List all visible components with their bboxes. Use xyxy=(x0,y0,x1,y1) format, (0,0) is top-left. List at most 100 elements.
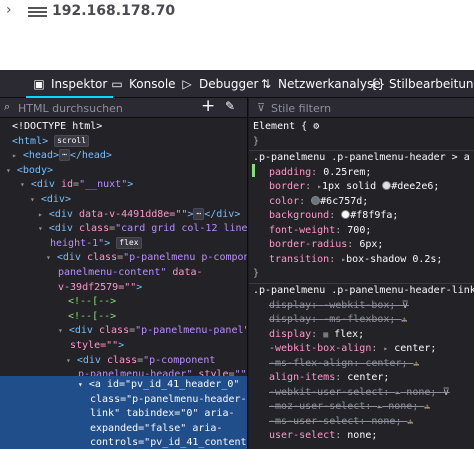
css-prop[interactable]: -webkit-box-align: ▸ center; xyxy=(269,342,436,357)
selector-text: .p-panelmenu .p-panelmenu-header-link xyxy=(253,285,474,296)
css-prop[interactable]: padding: 0.25rem; xyxy=(269,166,371,181)
filter-icon[interactable]: ⊽ xyxy=(401,300,408,311)
prop-name: border xyxy=(269,181,306,192)
tree-node[interactable]: ▾ <div class="card grid col-12 line- xyxy=(38,222,247,237)
expand-arrow-icon[interactable]: ▸ xyxy=(377,402,382,411)
collapse-arrow-icon[interactable]: ▾ xyxy=(30,195,35,204)
collapse-arrow-icon[interactable]: ▾ xyxy=(6,166,11,175)
css-prop[interactable]: display: -ms-flexbox; ⚠ xyxy=(269,313,407,328)
prop-name: -moz-user-select xyxy=(269,401,366,412)
tab-network[interactable]: ⇅ Netzwerkanalyse xyxy=(259,70,381,98)
eyedropper-icon[interactable]: ✎ xyxy=(225,99,235,113)
comment-node[interactable]: <!--[--> xyxy=(68,310,116,325)
prop-name: padding xyxy=(269,166,312,178)
css-prop[interactable]: display: ▦ flex; xyxy=(269,328,364,343)
prop-value: #f8f9fa; xyxy=(350,210,399,221)
css-prop[interactable]: align-items: center; xyxy=(269,371,389,386)
css-prop[interactable]: -ms-user-select: none; ⚠ xyxy=(269,415,413,430)
prop-value: -webkit-box; xyxy=(323,299,396,311)
tree-node[interactable]: ▾ <body> xyxy=(6,164,53,179)
prop-name: user-select xyxy=(269,430,336,441)
filter-icon[interactable]: ⊽ xyxy=(442,387,449,398)
collapse-arrow-icon[interactable]: ▾ xyxy=(20,180,25,189)
prop-name: display xyxy=(269,314,312,325)
prop-value: box-shadow 0.2s; xyxy=(346,253,443,265)
prop-value: 1px solid xyxy=(322,181,377,192)
tree-node[interactable]: ▸ <div data-v-4491dd8e=""> ⋯ </div> xyxy=(38,207,240,223)
css-prop[interactable]: -moz-user-select: ▸ none; ⚠ xyxy=(269,400,430,415)
html-search-bar: ⌕ HTML durchsuchen + ✎ xyxy=(0,98,247,118)
prop-value: #dee2e6; xyxy=(391,181,440,192)
css-prop[interactable]: -ms-flex-align: center; ⚠ xyxy=(269,357,419,372)
styles-filter-input[interactable]: Stile filtern xyxy=(271,102,331,115)
prop-name: -webkit-user-select xyxy=(269,386,384,398)
attr-text: style="" xyxy=(70,340,119,351)
flex-badge[interactable]: flex xyxy=(116,236,142,249)
collapse-arrow-icon[interactable]: ▾ xyxy=(38,224,43,233)
tree-node[interactable]: <!DOCTYPE html> xyxy=(12,120,102,135)
collapsed-badge[interactable]: ⋯ xyxy=(58,149,70,162)
selector-text: .p-panelmenu .p-panelmenu-header > a xyxy=(253,152,470,163)
css-prop[interactable]: background: #f8f9fa; xyxy=(269,209,398,224)
prop-name: -ms-flex-align xyxy=(269,357,354,369)
expand-arrow-icon[interactable]: ▸ xyxy=(395,388,400,397)
collapse-arrow-icon[interactable]: ▾ xyxy=(46,253,51,262)
css-prop[interactable]: user-select: none; xyxy=(269,429,377,444)
url-text[interactable]: 192.168.178.70 xyxy=(52,3,175,19)
chevron-right-icon[interactable]: › xyxy=(6,2,12,18)
prop-name: font-weight xyxy=(269,224,336,236)
prop-value: #6c757d; xyxy=(320,195,369,207)
debugger-icon: ▷ xyxy=(182,77,192,91)
css-prop[interactable]: -webkit-user-select: ▸ none; ⊽ xyxy=(269,386,450,401)
css-prop[interactable]: transition: ▸box-shadow 0.2s; xyxy=(269,253,442,268)
warning-icon[interactable]: ⚠ xyxy=(401,315,406,325)
expand-arrow-icon[interactable]: ▸ xyxy=(12,151,17,160)
comment-text: <!--[--> xyxy=(68,296,117,308)
tree-node-cont: style=""> xyxy=(70,340,125,351)
tab-inspector[interactable]: ▣ Inspektor xyxy=(25,70,114,98)
collapsed-badge[interactable]: ⋯ xyxy=(193,207,205,220)
tree-node[interactable]: ▾ <div class="p-panelmenu-panel" xyxy=(58,324,247,339)
scroll-badge[interactable]: scroll xyxy=(54,134,90,147)
tab-console[interactable]: ▭ Konsole xyxy=(110,70,175,98)
tree-node[interactable]: <html> scroll xyxy=(12,134,90,150)
comment-node[interactable]: <!--[--> xyxy=(68,295,116,310)
tree-node[interactable]: ▾ <div> xyxy=(30,193,71,208)
tree-node[interactable]: ▾ <a id="pv_id_41_header_0" xyxy=(78,378,239,393)
warning-icon[interactable]: ⚠ xyxy=(408,417,413,427)
attr-value: "__nuxt" xyxy=(79,179,128,191)
expand-arrow-icon[interactable]: ▸ xyxy=(38,210,43,219)
expand-arrow-icon[interactable]: ▸ xyxy=(383,344,388,353)
color-swatch[interactable] xyxy=(311,195,321,205)
css-prop[interactable]: border: ▸1px solid #dee2e6; xyxy=(269,180,439,195)
warning-icon[interactable]: ⚠ xyxy=(414,359,419,369)
collapse-arrow-icon[interactable]: ▾ xyxy=(58,326,63,335)
search-icon: ⌕ xyxy=(4,100,11,113)
tab-debugger[interactable]: ▷ Debugger xyxy=(180,70,258,98)
warning-icon[interactable]: ⚠ xyxy=(424,402,429,412)
css-prop[interactable]: font-weight: 700; xyxy=(269,224,371,239)
tag-text: <html> xyxy=(12,135,49,147)
tree-node[interactable]: ▾ <div class="p-panelmenu p-compone xyxy=(46,251,247,266)
add-node-icon[interactable]: + xyxy=(201,98,215,116)
selected-node[interactable]: ▾ <a id="pv_id_41_header_0" class="p-pan… xyxy=(0,376,247,449)
tree-node[interactable]: ▾ <div id="__nuxt"> xyxy=(20,178,133,193)
prop-name: color xyxy=(269,195,300,207)
css-prop[interactable]: color: #6c757d; xyxy=(269,195,368,210)
css-prop[interactable]: display: -webkit-box; ⊽ xyxy=(269,299,409,314)
tab-style-editor[interactable]: {} Stilbearbeitung xyxy=(370,70,474,98)
collapse-arrow-icon[interactable]: ▾ xyxy=(78,380,83,389)
inspector-icon: ▣ xyxy=(33,77,45,91)
tree-node[interactable]: ▾ <div class="p-component xyxy=(66,354,215,369)
rule-selector: .p-panelmenu .p-panelmenu-header > a ⚙ ◧ xyxy=(253,151,474,166)
devtools-toolbar: ▣ Inspektor ▭ Konsole ▷ Debugger ⇅ Netzwerka… xyxy=(0,70,474,160)
css-prop[interactable]: border-radius: 6px; xyxy=(269,238,383,253)
collapse-arrow-icon[interactable]: ▾ xyxy=(66,356,71,365)
gear-icon[interactable]: ⚙ xyxy=(313,121,319,132)
flex-icon[interactable]: ▦ xyxy=(323,330,328,339)
color-swatch[interactable] xyxy=(382,181,392,190)
tab-label: Netzwerkanalyse xyxy=(278,77,381,91)
color-swatch[interactable] xyxy=(341,210,351,219)
tree-node[interactable]: ▸ <head> ⋯ </head> xyxy=(12,149,112,164)
html-search-input[interactable]: HTML durchsuchen xyxy=(18,102,123,115)
